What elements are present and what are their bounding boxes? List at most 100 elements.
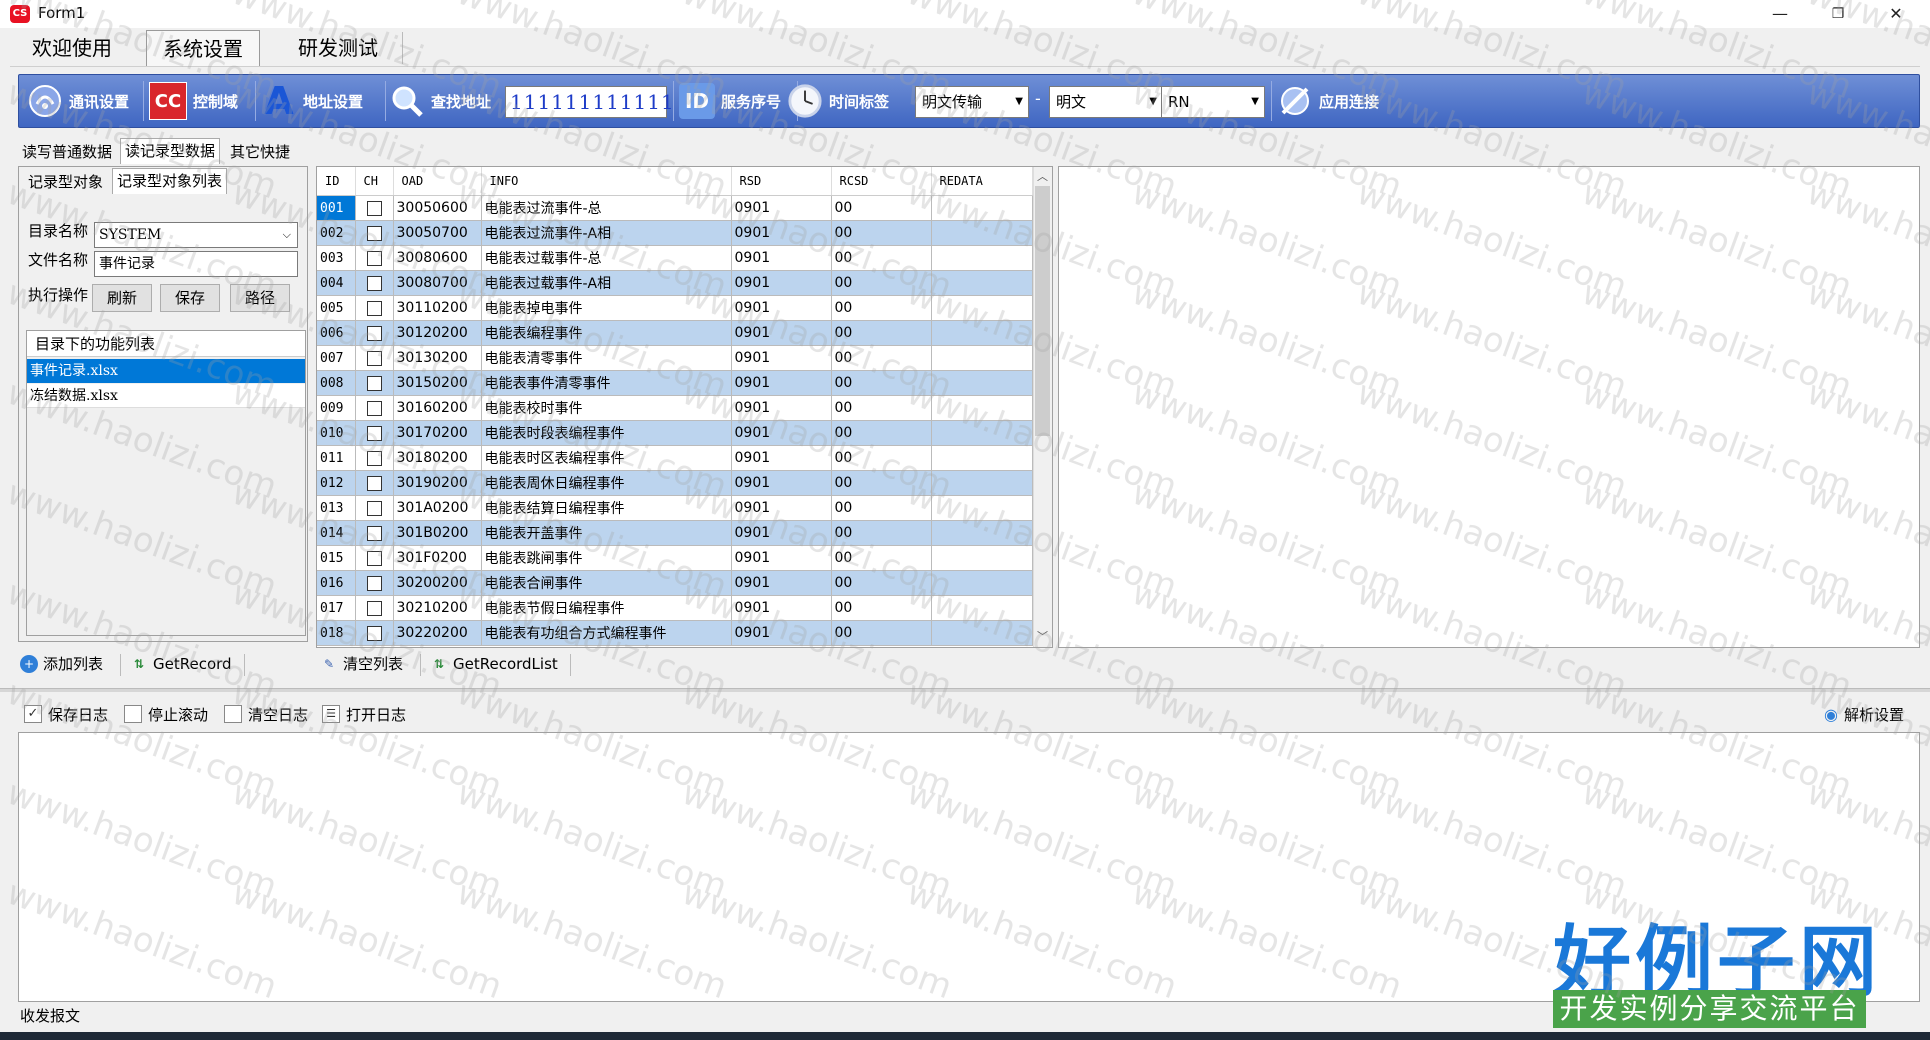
cell-rsd[interactable]: 0901 <box>731 320 832 346</box>
cell-redata[interactable] <box>931 295 1033 321</box>
table-row[interactable]: 016 30200200 电能表合闸事件 0901 00 <box>317 570 1033 596</box>
cell-rsd[interactable]: 0901 <box>731 620 832 646</box>
cell-ch[interactable] <box>355 345 394 371</box>
cell-oad[interactable]: 30080700 <box>393 270 482 296</box>
cell-ch[interactable] <box>355 195 394 221</box>
cell-info[interactable]: 电能表合闸事件 <box>481 570 732 596</box>
table-row[interactable]: 008 30150200 电能表事件清零事件 0901 00 <box>317 370 1033 396</box>
cell-id[interactable]: 011 <box>317 445 356 471</box>
parse-settings-button[interactable]: ◉ 解析设置 <box>1824 702 1904 726</box>
cell-info[interactable]: 电能表过流事件-A相 <box>481 220 732 246</box>
row-checkbox[interactable] <box>366 400 382 416</box>
cell-rsd[interactable]: 0901 <box>731 445 832 471</box>
table-row[interactable]: 003 30080600 电能表过载事件-总 0901 00 <box>317 245 1033 271</box>
cell-rsd[interactable]: 0901 <box>731 195 832 221</box>
cell-oad[interactable]: 30110200 <box>393 295 482 321</box>
column-header-info[interactable]: INFO <box>481 167 732 196</box>
cell-info[interactable]: 电能表编程事件 <box>481 320 732 346</box>
row-checkbox[interactable] <box>366 500 382 516</box>
cell-rcsd[interactable]: 00 <box>831 370 932 396</box>
cell-redata[interactable] <box>931 395 1033 421</box>
cell-redata[interactable] <box>931 220 1033 246</box>
cell-info[interactable]: 电能表清零事件 <box>481 345 732 371</box>
cell-id[interactable]: 005 <box>317 295 356 321</box>
splitter[interactable] <box>0 688 1930 692</box>
cell-rcsd[interactable]: 00 <box>831 570 932 596</box>
cell-oad[interactable]: 30220200 <box>393 620 482 646</box>
find-address-button[interactable]: 查找地址 <box>389 75 491 127</box>
table-row[interactable]: 015 301F0200 电能表跳闸事件 0901 00 <box>317 545 1033 571</box>
cell-redata[interactable] <box>931 420 1033 446</box>
cell-rcsd[interactable]: 00 <box>831 320 932 346</box>
row-checkbox[interactable] <box>366 525 382 541</box>
cell-id[interactable]: 004 <box>317 270 356 296</box>
clear-list-button[interactable]: ✎ 清空列表 <box>320 652 403 676</box>
table-row[interactable]: 011 30180200 电能表时区表编程事件 0901 00 <box>317 445 1033 471</box>
row-checkbox[interactable] <box>366 450 382 466</box>
tab-rd-test[interactable]: 研发测试 <box>282 28 394 68</box>
cell-id[interactable]: 007 <box>317 345 356 371</box>
save-log-checkbox[interactable]: ✓ 保存日志 <box>24 702 108 726</box>
cell-ch[interactable] <box>355 320 394 346</box>
minimize-button[interactable]: — <box>1752 0 1808 28</box>
cell-rsd[interactable]: 0901 <box>731 345 832 371</box>
list-item[interactable]: 事件记录.xlsx <box>27 359 305 383</box>
cell-rcsd[interactable]: 00 <box>831 470 932 496</box>
table-row[interactable]: 012 30190200 电能表周休日编程事件 0901 00 <box>317 470 1033 496</box>
table-row[interactable]: 001 30050600 电能表过流事件-总 0901 00 <box>317 195 1033 221</box>
column-header-id[interactable]: ID <box>317 167 356 196</box>
row-checkbox[interactable] <box>366 600 382 616</box>
cell-id[interactable]: 010 <box>317 420 356 446</box>
cell-rcsd[interactable]: 00 <box>831 270 932 296</box>
cell-redata[interactable] <box>931 270 1033 296</box>
cell-redata[interactable] <box>931 520 1033 546</box>
table-row[interactable]: 004 30080700 电能表过载事件-A相 0901 00 <box>317 270 1033 296</box>
mode-select[interactable]: 明文 ▼ <box>1049 86 1163 118</box>
cell-ch[interactable] <box>355 545 394 571</box>
time-tag-button[interactable]: 时间标签 <box>787 75 889 127</box>
cell-redata[interactable] <box>931 320 1033 346</box>
control-domain-button[interactable]: CC 控制域 <box>149 75 238 127</box>
scroll-thumb[interactable] <box>1035 186 1050 436</box>
cell-redata[interactable] <box>931 545 1033 571</box>
cell-oad[interactable]: 301B0200 <box>393 520 482 546</box>
cell-oad[interactable]: 30050600 <box>393 195 482 221</box>
row-checkbox[interactable] <box>366 425 382 441</box>
cell-rsd[interactable]: 0901 <box>731 570 832 596</box>
open-log-button[interactable]: ☰ 打开日志 <box>322 702 406 726</box>
cell-rcsd[interactable]: 00 <box>831 495 932 521</box>
cell-info[interactable]: 电能表结算日编程事件 <box>481 495 732 521</box>
cell-ch[interactable] <box>355 495 394 521</box>
cell-ch[interactable] <box>355 595 394 621</box>
stop-scroll-checkbox[interactable]: 停止滚动 <box>124 702 208 726</box>
cell-rcsd[interactable]: 00 <box>831 545 932 571</box>
cell-id[interactable]: 013 <box>317 495 356 521</box>
cell-id[interactable]: 018 <box>317 620 356 646</box>
path-button[interactable]: 路径 <box>230 284 290 312</box>
row-checkbox[interactable] <box>366 200 382 216</box>
get-record-list-button[interactable]: ⇅ GetRecordList <box>430 652 558 676</box>
cell-info[interactable]: 电能表时区表编程事件 <box>481 445 732 471</box>
cell-oad[interactable]: 30180200 <box>393 445 482 471</box>
tab-record-object-list[interactable]: 记录型对象列表 <box>112 168 228 194</box>
row-checkbox[interactable] <box>366 250 382 266</box>
cell-rcsd[interactable]: 00 <box>831 395 932 421</box>
table-row[interactable]: 009 30160200 电能表校时事件 0901 00 <box>317 395 1033 421</box>
cell-redata[interactable] <box>931 445 1033 471</box>
cell-ch[interactable] <box>355 620 394 646</box>
column-header-rcsd[interactable]: RCSD <box>831 167 932 196</box>
cell-redata[interactable] <box>931 620 1033 646</box>
table-row[interactable]: 010 30170200 电能表时段表编程事件 0901 00 <box>317 420 1033 446</box>
column-header-ch[interactable]: CH <box>355 167 394 196</box>
cell-info[interactable]: 电能表掉电事件 <box>481 295 732 321</box>
cell-rsd[interactable]: 0901 <box>731 370 832 396</box>
cell-info[interactable]: 电能表开盖事件 <box>481 520 732 546</box>
cell-oad[interactable]: 301F0200 <box>393 545 482 571</box>
row-checkbox[interactable] <box>366 550 382 566</box>
column-header-redata[interactable]: REDATA <box>931 167 1033 196</box>
cell-rsd[interactable]: 0901 <box>731 245 832 271</box>
cell-redata[interactable] <box>931 245 1033 271</box>
cell-oad[interactable]: 301A0200 <box>393 495 482 521</box>
cell-redata[interactable] <box>931 195 1033 221</box>
cell-oad[interactable]: 30080600 <box>393 245 482 271</box>
